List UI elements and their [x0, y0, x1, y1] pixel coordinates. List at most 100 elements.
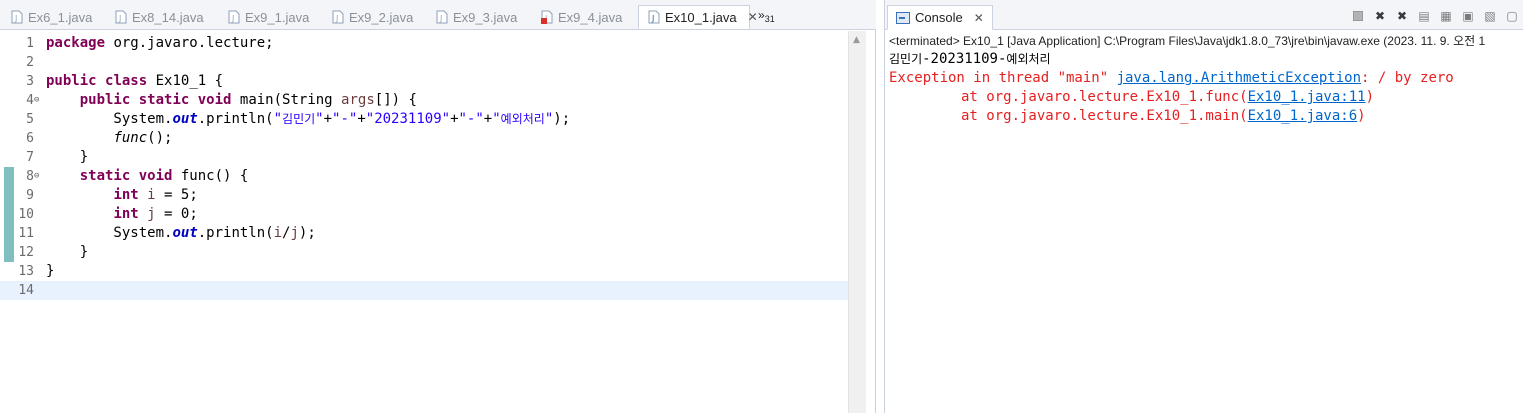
exception-prefix: Exception in thread "main"	[889, 70, 1117, 86]
code-line[interactable]: 8 ⊖ static void func() {	[0, 167, 848, 186]
code-token: .println(	[197, 225, 274, 241]
change-marker	[4, 224, 14, 243]
code-token: func	[113, 130, 148, 146]
code-token: "	[315, 111, 324, 127]
code-token: func() {	[172, 168, 249, 184]
line-number: 12	[18, 245, 34, 260]
console-pane: Console ✕ ✖ ✖ ▤ ▦ ▣ ▧ ▢ <terminated> Ex1…	[884, 0, 1523, 413]
exception-class-link[interactable]: java.lang.ArithmeticException	[1117, 70, 1361, 86]
line-number: 7	[26, 150, 34, 165]
editor-tab-label: Ex9_3.java	[453, 9, 518, 25]
code-token: Ex10_1 {	[147, 73, 224, 89]
code-line[interactable]: 12 }	[0, 243, 848, 262]
editor-tab[interactable]: J Ex9_1.java	[219, 5, 319, 29]
pin-console-icon[interactable]: ▣	[1460, 8, 1476, 24]
code-editor[interactable]: 1 package org.javaro.lecture; 2 3 public cla…	[0, 31, 848, 413]
code-token: j	[147, 206, 156, 222]
console-tab[interactable]: Console ✕	[887, 5, 993, 30]
code-line[interactable]: 4 ⊖ public static void main(String args[]…	[0, 91, 848, 110]
java-file-icon: J	[332, 10, 344, 24]
code-text: package org.javaro.lecture;	[46, 34, 274, 53]
code-line[interactable]: 9 int i = 5;	[0, 186, 848, 205]
editor-tab-bar: J Ex6_1.java J Ex8_14.java J Ex9_1.java J Ex9_2…	[0, 0, 876, 30]
code-token: 예외처리	[500, 112, 545, 126]
code-token: }	[46, 149, 89, 165]
fold-collapse-icon[interactable]: ⊖	[34, 167, 39, 186]
console-output[interactable]: 김민기-20231109-예외처리 Exception in thread "m…	[889, 50, 1454, 126]
code-token: .println(	[197, 111, 274, 127]
change-marker	[4, 186, 14, 205]
line-number: 1	[26, 36, 34, 51]
terminate-icon[interactable]	[1350, 8, 1366, 24]
code-token: static	[138, 92, 190, 108]
change-marker	[4, 167, 14, 186]
code-token: }	[46, 263, 55, 279]
code-line[interactable]: 5 System.out.println("김민기"+"-"+"20231109…	[0, 110, 848, 129]
code-line[interactable]: 13}	[0, 262, 848, 281]
code-line[interactable]: 2	[0, 53, 848, 72]
svg-text:J: J	[651, 14, 654, 23]
scroll-lock-icon[interactable]: ▤	[1416, 8, 1432, 24]
code-line[interactable]: 10 int j = 0;	[0, 205, 848, 224]
tab-overflow-button[interactable]: »31	[758, 8, 775, 24]
code-token: int	[113, 187, 139, 203]
line-number: 14	[18, 283, 34, 298]
console-icon	[896, 11, 910, 24]
tab-close-icon[interactable]: ✕	[748, 10, 758, 24]
editor-tab[interactable]: J Ex9_3.java	[427, 5, 527, 29]
output-name: 김민기	[889, 52, 923, 66]
svg-text:J: J	[118, 14, 121, 23]
code-token: System.	[46, 111, 173, 127]
scroll-up-arrow-icon[interactable]: ▲	[853, 35, 860, 45]
code-text: public class Ex10_1 {	[46, 72, 223, 91]
code-token: }	[46, 244, 89, 260]
code-line[interactable]: 11 System.out.println(i/j);	[0, 224, 848, 243]
stack-frame-link[interactable]: Ex10_1.java:11	[1248, 89, 1366, 105]
stack-frame-link[interactable]: Ex10_1.java:6	[1248, 108, 1358, 124]
stack-frame-close: )	[1357, 108, 1366, 124]
open-console-icon[interactable]: ▢	[1504, 8, 1520, 24]
overflow-count: 31	[764, 14, 775, 24]
editor-tab[interactable]: J Ex8_14.java	[106, 5, 216, 29]
editor-tab-label: Ex9_1.java	[245, 9, 310, 25]
code-token: args	[341, 92, 375, 108]
code-line[interactable]: 1 package org.javaro.lecture;	[0, 34, 848, 53]
code-text: static void func() {	[46, 167, 249, 186]
code-line[interactable]: 7 }	[0, 148, 848, 167]
editor-vertical-scrollbar[interactable]: ▲	[848, 31, 866, 413]
editor-tab-label: Ex9_2.java	[349, 9, 414, 25]
code-token: "-"	[458, 111, 484, 127]
line-number: 6	[26, 131, 34, 146]
code-token: = 0;	[155, 206, 198, 222]
remove-all-terminated-icon[interactable]: ✖	[1394, 8, 1410, 24]
editor-tab[interactable]: J Ex10_1.java ✕	[638, 5, 758, 29]
java-file-error-icon: J	[541, 10, 553, 24]
code-line[interactable]: 6 func();	[0, 129, 848, 148]
code-token: out	[172, 111, 198, 127]
stack-frame-text: at org.javaro.lecture.Ex10_1.main(	[961, 108, 1248, 124]
fold-collapse-icon[interactable]: ⊖	[34, 91, 39, 110]
code-text: System.out.println(i/j);	[46, 224, 316, 243]
editor-tab[interactable]: J Ex6_1.java	[2, 5, 102, 29]
code-line[interactable]: 3 public class Ex10_1 {	[0, 72, 848, 91]
code-token: i	[273, 225, 283, 241]
code-token: = 5;	[155, 187, 198, 203]
line-number: 8	[26, 169, 34, 184]
editor-tab[interactable]: J Ex9_2.java	[323, 5, 423, 29]
editor-tab[interactable]: J Ex9_4.java	[532, 5, 632, 29]
code-text: int j = 0;	[46, 205, 198, 224]
code-token: public	[46, 73, 97, 89]
clear-console-icon[interactable]: ▦	[1438, 8, 1454, 24]
console-close-icon[interactable]: ✕	[974, 11, 984, 25]
display-selected-console-icon[interactable]: ▧	[1482, 8, 1498, 24]
code-line[interactable]: 14	[0, 281, 848, 300]
editor-tab-label: Ex10_1.java	[665, 9, 737, 25]
code-token: ();	[147, 130, 173, 146]
code-token: );	[298, 225, 316, 241]
remove-launch-icon[interactable]: ✖	[1372, 8, 1388, 24]
